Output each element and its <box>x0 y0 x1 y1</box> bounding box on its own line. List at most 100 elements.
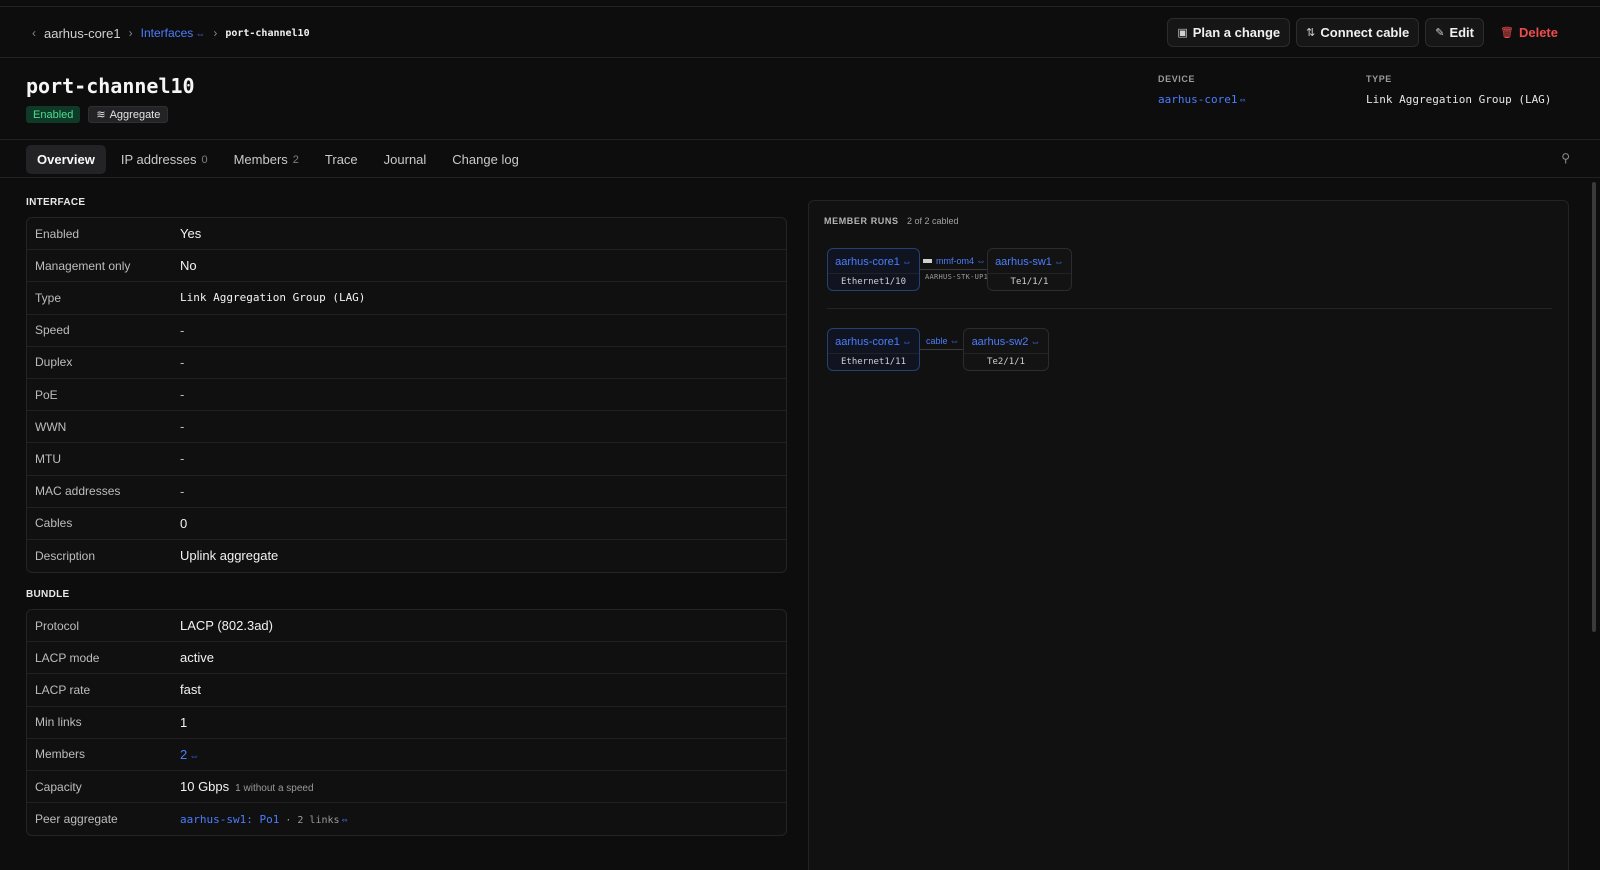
back-chevron-icon[interactable]: ‹ <box>32 26 36 40</box>
kv-value-text: LACP (802.3ad) <box>180 618 273 634</box>
edit-button[interactable]: ✎ Edit <box>1425 18 1484 47</box>
bundle-section-title: BUNDLE <box>26 589 70 600</box>
link-icon: ⇔ <box>189 750 200 762</box>
run-1-a-node[interactable]: aarhus-core1 ⇔ Ethernet1/10 <box>827 248 920 291</box>
link-icon: ⇔ <box>949 336 960 347</box>
tab-overview[interactable]: Overview <box>26 145 106 174</box>
kv-row: Cables 0 <box>27 508 786 540</box>
chevron-right-icon: › <box>213 26 218 40</box>
link-icon: ⇔ <box>195 29 206 40</box>
interface-section-title: INTERFACE <box>26 197 86 208</box>
connect-cable-button[interactable]: ⇅ Connect cable <box>1296 18 1420 47</box>
breadcrumb-device[interactable]: aarhus-core1 <box>44 26 121 41</box>
kv-value: active <box>180 650 214 665</box>
page-scrollbar[interactable] <box>1592 182 1596 632</box>
kv-value-text: Yes <box>180 226 202 242</box>
run-2-a-port: Ethernet1/11 <box>828 353 919 370</box>
kv-row: Enabled Yes <box>27 218 786 251</box>
link-icon: ⇔ <box>901 257 912 268</box>
tab-label: Journal <box>383 152 427 167</box>
plan-change-button[interactable]: ▣ Plan a change <box>1167 18 1291 47</box>
kv-row: LACP mode active <box>27 642 786 675</box>
kv-row: Members 2 ⇔ <box>27 739 786 771</box>
kv-value-text: active <box>180 650 214 666</box>
kv-key: WWN <box>35 419 67 434</box>
kv-note: 1 without a speed <box>235 783 314 795</box>
tab-label: Change log <box>452 152 519 167</box>
kv-value: LACP (802.3ad) <box>180 618 273 633</box>
kv-value-text[interactable]: 2 <box>180 747 187 762</box>
kv-note: · 2 links <box>285 814 340 826</box>
kv-row: Speed - <box>27 315 786 347</box>
kv-key: Min links <box>35 715 82 730</box>
link-icon: ⇔ <box>901 337 912 348</box>
kv-value: 0 <box>180 516 187 531</box>
kv-row: Type Link Aggregation Group (LAG) <box>27 282 786 315</box>
chevron-right-icon: › <box>128 26 133 40</box>
tab-count: 2 <box>292 153 299 166</box>
run-1-a-port: Ethernet1/10 <box>828 273 919 290</box>
run-divider <box>827 308 1552 309</box>
trash-icon: 🗑 <box>1500 27 1514 39</box>
run-1-b-node[interactable]: aarhus-sw1 ⇔ Te1/1/1 <box>987 248 1072 291</box>
run-2-a-device: aarhus-core1 <box>835 336 900 348</box>
kv-row: MAC addresses - <box>27 476 786 508</box>
tab-journal[interactable]: Journal <box>373 145 438 174</box>
breadcrumb: ‹ aarhus-core1 › Interfaces ⇔ › port-chan… <box>32 24 310 42</box>
link-icon: ⇔ <box>1239 95 1246 106</box>
delete-button[interactable]: 🗑 Delete <box>1490 18 1568 47</box>
action-buttons: ▣ Plan a change ⇅ Connect cable ✎ Edit 🗑… <box>1167 18 1568 47</box>
run-1-cable-link[interactable]: mmf-om4 ⇔ <box>936 256 986 267</box>
kv-value-text: - <box>180 354 185 370</box>
link-icon: ⇔ <box>976 256 986 267</box>
kv-value-text: 0 <box>180 515 188 531</box>
kv-value-text[interactable]: aarhus-sw1: Po1 <box>180 813 279 826</box>
run-2-a-node[interactable]: aarhus-core1 ⇔ Ethernet1/11 <box>827 328 920 371</box>
device-value: aarhus-core1 <box>1158 93 1238 106</box>
kv-row: Capacity 10 Gbps 1 without a speed <box>27 771 786 804</box>
member-runs-panel: MEMBER RUNS 2 of 2 cabled aarhus-core1 ⇔ … <box>808 200 1569 870</box>
tab-bar: Overview IP addresses 0 Members 2 Trace Journa… <box>0 141 1600 178</box>
tab-change-log[interactable]: Change log <box>441 145 530 174</box>
kv-key: Members <box>35 747 86 762</box>
cable-double-line-icon <box>923 259 932 263</box>
kv-value: Yes <box>180 226 201 241</box>
top-bar: ‹ aarhus-core1 › Interfaces ⇔ › port-chan… <box>0 7 1600 58</box>
run-2-cable-type: cable <box>926 336 948 346</box>
tab-trace[interactable]: Trace <box>314 145 369 174</box>
kv-value-text: - <box>180 322 185 338</box>
member-runs-subtitle: 2 of 2 cabled <box>907 216 959 226</box>
link-icon: ⇔ <box>1053 257 1064 268</box>
type-meta: TYPE Link Aggregation Group (LAG) <box>1366 74 1551 106</box>
breadcrumb-current: port-channel10 <box>225 27 310 39</box>
kv-key: Cables <box>35 516 73 531</box>
kv-key: Capacity <box>35 779 82 794</box>
page-title: port-channel10 <box>26 74 195 98</box>
tab-label: Overview <box>37 152 95 167</box>
pin-icon[interactable]: ⚲ <box>1561 151 1570 165</box>
kv-value-text: fast <box>180 682 201 698</box>
kv-key: MAC addresses <box>35 484 121 499</box>
tab-label: IP addresses <box>120 152 197 167</box>
calendar-icon: ▣ <box>1177 27 1188 39</box>
kv-key: PoE <box>35 387 58 402</box>
run-2-b-node[interactable]: aarhus-sw2 ⇔ Te2/1/1 <box>963 328 1049 371</box>
kv-value: 1 <box>180 715 187 730</box>
kv-value-text: 10 Gbps <box>180 779 230 795</box>
kv-value-text: 1 <box>180 714 188 730</box>
kv-value-text: No <box>180 258 197 274</box>
kv-row: Peer aggregate aarhus-sw1: Po1 · 2 links ⇔ <box>27 803 786 835</box>
breadcrumb-interfaces[interactable]: Interfaces ⇔ <box>141 26 206 40</box>
run-1-cable-type: mmf-om4 <box>936 256 974 266</box>
kv-key: Description <box>35 548 96 563</box>
tab-ip-addresses[interactable]: IP addresses 0 <box>110 145 219 174</box>
device-link[interactable]: aarhus-core1 ⇔ <box>1158 93 1246 106</box>
tab-members[interactable]: Members 2 <box>223 145 310 174</box>
run-2-cable-link[interactable]: cable ⇔ <box>926 336 960 347</box>
kv-row: Protocol LACP (802.3ad) <box>27 610 786 643</box>
kv-value-text: Uplink aggregate <box>180 548 279 564</box>
kv-row: PoE - <box>27 379 786 412</box>
kv-value: - <box>180 323 184 338</box>
kv-row: LACP rate fast <box>27 674 786 707</box>
link-icon: ⇔ <box>341 814 348 826</box>
